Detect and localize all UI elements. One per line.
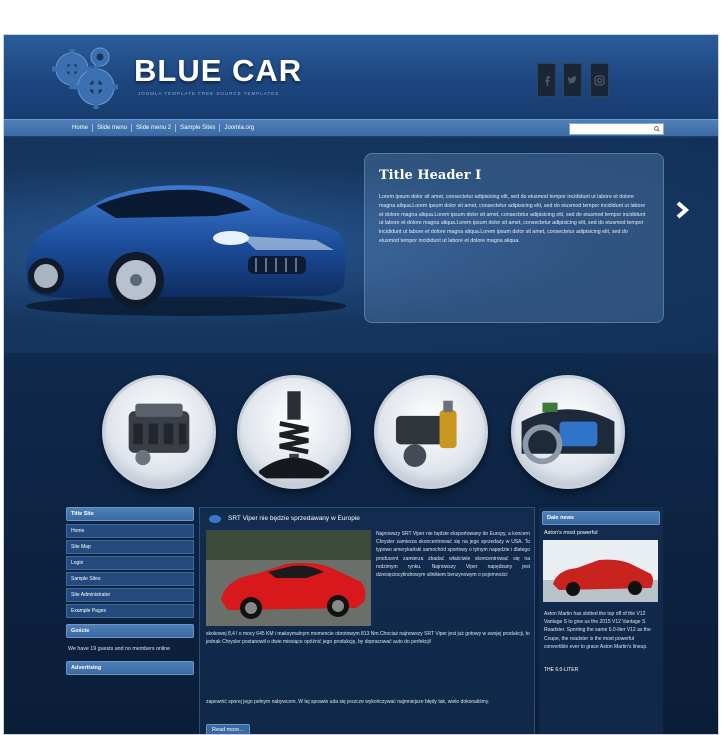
main-nav: Home Slide menu Slide menu 2 Sample Site…	[4, 119, 718, 137]
guests-title: Goście	[66, 624, 194, 638]
shock-absorber-icon	[395, 400, 457, 468]
right-sidebar: Dale news Aston's most powerful Aston Ma…	[539, 507, 663, 734]
nav-joomla-org[interactable]: Joomla.org	[220, 124, 258, 132]
gears-logo-icon	[52, 47, 118, 109]
brand-subtitle: JOOMLA TEMPLATE FREE SOURCE TEMPLATES	[138, 91, 280, 96]
twitter-icon	[567, 75, 577, 84]
chevron-right-icon[interactable]	[674, 200, 690, 220]
engine-icon	[128, 403, 190, 466]
suspension-icon	[258, 391, 330, 479]
hero-text: Lorem ipsum dolor sit amet, consectetur …	[379, 194, 646, 244]
feature-engine[interactable]	[102, 375, 216, 489]
nav-home[interactable]: Home	[68, 124, 94, 132]
menu-item-site-administrator[interactable]: Site Administrator	[66, 588, 194, 602]
news-subtitle[interactable]: Aston's most powerful	[539, 530, 663, 536]
instagram-icon	[594, 74, 605, 86]
feature-suspension[interactable]	[237, 375, 351, 489]
nav-sample-sites[interactable]: Sample Sites	[176, 124, 221, 132]
dashboard-icon	[521, 402, 615, 465]
news-car-image	[543, 540, 658, 602]
menu-item-home[interactable]: Home	[66, 524, 194, 538]
article-continued: zapewnić sporej jego pełnym nabywcom. W …	[206, 699, 490, 705]
hero-title: Title Header I	[379, 168, 482, 183]
twitter-button[interactable]	[563, 63, 582, 97]
instagram-button[interactable]	[590, 63, 609, 97]
news-footer: THE 6.0-LITER	[544, 667, 579, 674]
site-frame: BLUE CAR JOOMLA TEMPLATE FREE SOURCE TEM…	[3, 34, 719, 735]
article-intro: Najnowszy SRT Viper nie będzie eksportow…	[376, 531, 530, 579]
menu-item-site-map[interactable]: Site Map	[66, 540, 194, 554]
facebook-button[interactable]	[537, 63, 556, 97]
menu-item-example-pages[interactable]: Example Pages	[66, 604, 194, 618]
article-body: skokowej 8,4 l o mocy 645 KM i maksymaln…	[206, 631, 530, 646]
main-article: SRT Viper nie będzie sprzedawany w Europ…	[199, 507, 535, 734]
article-car-image	[206, 530, 371, 626]
hero-car-image	[26, 185, 346, 316]
read-more-button[interactable]: Read more...	[206, 724, 250, 734]
menu-item-login[interactable]: Login	[66, 556, 194, 570]
feature-shock-absorber[interactable]	[374, 375, 488, 489]
article-title-row[interactable]: SRT Viper nie będzie sprzedawany w Europ…	[206, 514, 528, 530]
nav-slide-menu-2[interactable]: Slide menu 2	[132, 124, 177, 132]
nav-slide-menu[interactable]: Slide menu	[93, 124, 133, 132]
left-sidebar: Title Site Home Site Map Login Sample Si…	[66, 507, 194, 734]
article-title[interactable]: SRT Viper nie będzie sprzedawany w Europ…	[228, 515, 360, 522]
menu-item-sample-sites[interactable]: Sample Sites	[66, 572, 194, 586]
nav-links: Home Slide menu Slide menu 2 Sample Site…	[68, 124, 258, 132]
search-input[interactable]	[569, 123, 664, 135]
menu-title: Title Site	[66, 507, 194, 521]
guests-text: We have 19 guests and no members online	[68, 646, 171, 652]
article-icon	[209, 515, 221, 523]
news-title: Dale news	[542, 511, 660, 525]
feature-circles	[4, 370, 718, 495]
advertising-title: Advertising	[66, 661, 194, 675]
feature-dashboard[interactable]	[511, 375, 625, 489]
brand-title[interactable]: BLUE CAR	[134, 53, 302, 89]
facebook-icon	[545, 75, 550, 86]
hero-slider: Title Header I Lorem ipsum dolor sit ame…	[4, 138, 718, 353]
site-header: BLUE CAR JOOMLA TEMPLATE FREE SOURCE TEM…	[4, 35, 718, 119]
search-icon	[654, 126, 660, 132]
hero-caption-panel: Title Header I Lorem ipsum dolor sit ame…	[364, 153, 664, 323]
news-text: Aston Martin has slotted the top off of …	[544, 611, 651, 650]
